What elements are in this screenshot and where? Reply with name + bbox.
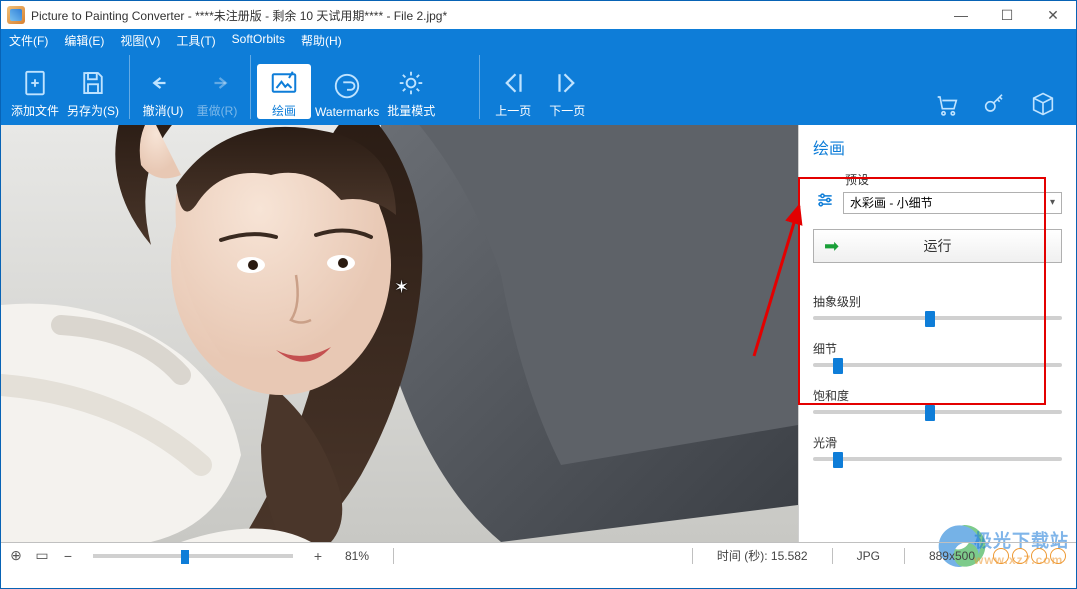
paint-button[interactable]: 绘画 <box>257 64 311 119</box>
social-icon[interactable] <box>1012 548 1028 564</box>
preset-label: 预设 <box>845 171 1062 188</box>
add-file-icon <box>18 66 52 100</box>
run-button[interactable]: ➡ 运行 <box>813 229 1062 263</box>
watermarks-button[interactable]: Watermarks <box>311 67 383 119</box>
slider-detail: 细节 <box>813 340 1062 367</box>
zoom-out-button[interactable]: − <box>59 548 77 564</box>
next-icon <box>550 66 584 100</box>
batch-icon <box>394 66 428 100</box>
menu-edit[interactable]: 编辑(E) <box>64 32 104 49</box>
slider-saturation: 饱和度 <box>813 387 1062 414</box>
menu-softorbits[interactable]: SoftOrbits <box>232 32 285 49</box>
cart-icon[interactable] <box>932 89 962 119</box>
menu-help[interactable]: 帮助(H) <box>301 32 342 49</box>
add-file-button[interactable]: 添加文件 <box>7 64 63 119</box>
format-label: JPG <box>847 549 890 563</box>
close-button[interactable]: ✕ <box>1030 1 1076 29</box>
prev-page-button[interactable]: 上一页 <box>486 64 540 119</box>
preset-select[interactable]: 水彩画 - 小细节 ▾ <box>843 192 1062 214</box>
batch-mode-button[interactable]: 批量模式 <box>383 64 439 119</box>
minimize-button[interactable]: — <box>938 1 984 29</box>
app-icon <box>7 6 25 24</box>
zoom-fit-icon[interactable]: ⊕ <box>7 547 25 564</box>
social-icon[interactable] <box>1050 548 1066 564</box>
window-title: Picture to Painting Converter - ****未注册版… <box>31 7 938 24</box>
saturation-slider[interactable] <box>813 410 1062 414</box>
menu-bar: 文件(F) 编辑(E) 视图(V) 工具(T) SoftOrbits 帮助(H) <box>1 29 1076 51</box>
status-bar: ⊕ ▭ − + 81% 时间 (秒): 15.582 JPG 889x500 <box>1 542 1076 568</box>
panel-title: 绘画 <box>813 135 1062 159</box>
side-panel: 绘画 预设 水彩画 - 小细节 ▾ ➡ 运行 抽象级别 细节 <box>798 125 1076 542</box>
maximize-button[interactable]: ☐ <box>984 1 1030 29</box>
undo-icon <box>146 66 180 100</box>
smooth-slider[interactable] <box>813 457 1062 461</box>
abstract-slider[interactable] <box>813 316 1062 320</box>
social-icons <box>993 548 1070 564</box>
menu-tools[interactable]: 工具(T) <box>176 32 215 49</box>
time-label: 时间 (秒): 15.582 <box>707 547 818 564</box>
undo-button[interactable]: 撤消(U) <box>136 64 190 119</box>
zoom-level: 81% <box>335 549 379 563</box>
key-icon[interactable] <box>980 89 1010 119</box>
toolbar: 添加文件 另存为(S) 撤消(U) 重做(R) 绘画 Watermarks <box>1 51 1076 125</box>
paint-icon <box>267 66 301 100</box>
save-icon <box>76 66 110 100</box>
redo-icon <box>200 66 234 100</box>
image-canvas[interactable]: ✶ <box>1 125 798 542</box>
cube-icon[interactable] <box>1028 89 1058 119</box>
zoom-in-button[interactable]: + <box>309 548 327 564</box>
social-icon[interactable] <box>1031 548 1047 564</box>
menu-view[interactable]: 视图(V) <box>120 32 160 49</box>
chevron-down-icon: ▾ <box>1050 197 1055 208</box>
zoom-actual-icon[interactable]: ▭ <box>33 547 51 564</box>
save-as-button[interactable]: 另存为(S) <box>63 64 123 119</box>
main-area: ✶ 绘画 预设 水彩画 - 小细节 ▾ ➡ 运行 抽象级别 细节 <box>1 125 1076 542</box>
redo-button: 重做(R) <box>190 64 244 119</box>
watermarks-icon <box>330 69 364 103</box>
detail-slider[interactable] <box>813 363 1062 367</box>
slider-smooth: 光滑 <box>813 434 1062 461</box>
prev-icon <box>496 66 530 100</box>
run-arrow-icon: ➡ <box>824 236 839 257</box>
menu-file[interactable]: 文件(F) <box>9 32 48 49</box>
zoom-slider[interactable] <box>93 554 293 558</box>
dimensions-label: 889x500 <box>919 549 985 563</box>
preset-icon <box>813 190 837 215</box>
title-bar: Picture to Painting Converter - ****未注册版… <box>1 1 1076 29</box>
slider-abstract: 抽象级别 <box>813 293 1062 320</box>
social-icon[interactable] <box>993 548 1009 564</box>
next-page-button[interactable]: 下一页 <box>540 64 594 119</box>
